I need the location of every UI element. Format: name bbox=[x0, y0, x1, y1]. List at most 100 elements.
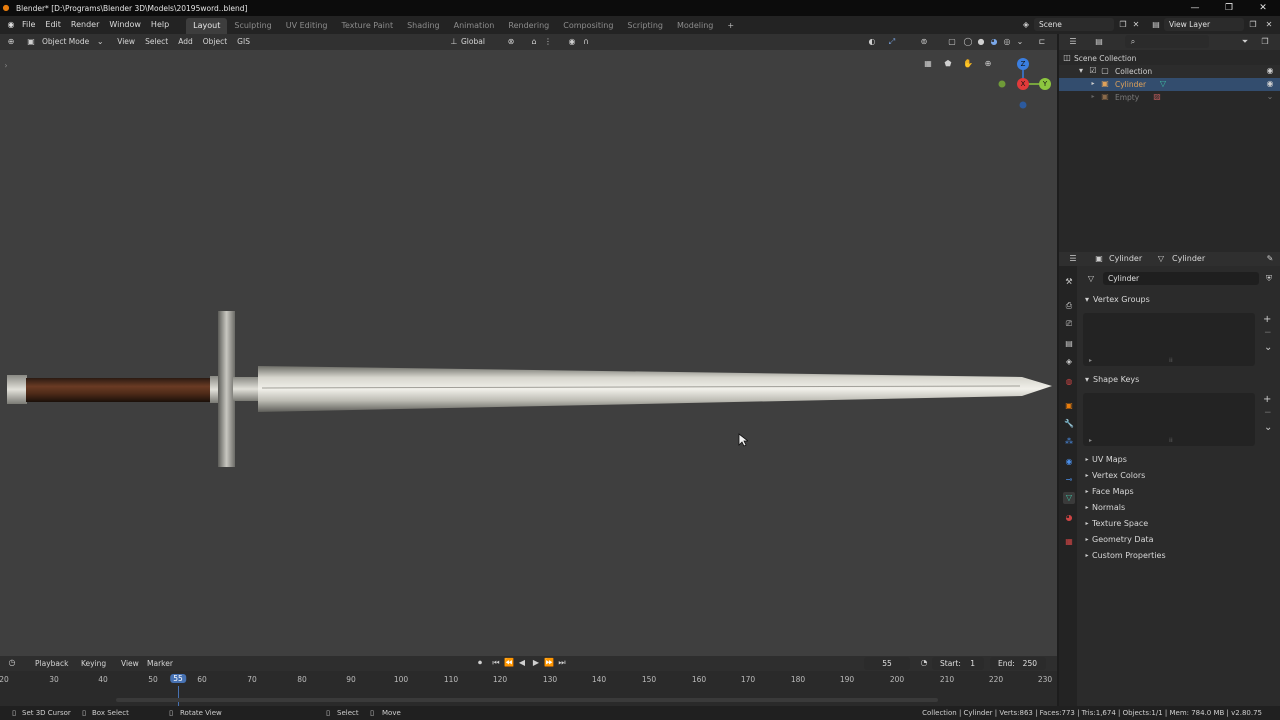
solid-shading-icon[interactable]: ● bbox=[975, 36, 987, 48]
shading-options-icon[interactable]: ⌄ bbox=[1014, 36, 1026, 48]
properties-editor-type-icon[interactable]: ☰ bbox=[1067, 253, 1079, 265]
panel-normals[interactable]: ▸ Normals bbox=[1079, 500, 1275, 516]
panel-expanded-arrow-icon[interactable]: ▾ bbox=[1081, 294, 1093, 306]
jump-start-icon[interactable]: ⏮ bbox=[490, 657, 502, 669]
overlay-toggle-icon[interactable]: ⊚ bbox=[918, 36, 930, 48]
object-tab-icon[interactable]: ▣ bbox=[1063, 400, 1075, 412]
vertex-group-specials-button[interactable]: ⌄ bbox=[1264, 342, 1272, 353]
menu-file[interactable]: File bbox=[17, 16, 40, 34]
close-button[interactable]: ✕ bbox=[1246, 0, 1280, 16]
scene-selector[interactable]: Scene bbox=[1034, 18, 1114, 31]
list-resize-handle[interactable]: ⁞⁞ bbox=[1169, 357, 1173, 364]
proportional-edit-icon[interactable]: ◉ bbox=[566, 36, 578, 48]
eye-icon[interactable]: ◉ bbox=[1264, 65, 1276, 77]
new-view-layer-icon[interactable]: ❐ bbox=[1247, 19, 1259, 31]
zoom-icon[interactable]: ⊕ bbox=[982, 58, 994, 70]
visibility-icon[interactable]: ◐ bbox=[866, 36, 878, 48]
new-scene-icon[interactable]: ❐ bbox=[1117, 19, 1129, 31]
snap-icon[interactable]: ⌂ bbox=[528, 36, 540, 48]
physics-tab-icon[interactable]: ◉ bbox=[1063, 456, 1075, 468]
expand-arrow-icon[interactable]: ▾ bbox=[1075, 65, 1087, 77]
scene-tab-icon[interactable]: ◈ bbox=[1063, 356, 1075, 368]
pivot-icon[interactable]: ⊗ bbox=[505, 36, 517, 48]
viewport-menu-gis[interactable]: GIS bbox=[232, 34, 255, 50]
3d-viewport[interactable] bbox=[0, 34, 1057, 656]
outliner-row-empty[interactable]: ▸ ▣ Empty ▨ ⌄ bbox=[1059, 91, 1280, 104]
menu-window[interactable]: Window bbox=[104, 16, 146, 34]
tab-layout[interactable]: Layout bbox=[186, 18, 228, 34]
tab-uv-editing[interactable]: UV Editing bbox=[279, 18, 335, 34]
transform-orientation-dropdown[interactable]: Global bbox=[456, 34, 490, 50]
delete-scene-icon[interactable]: ✕ bbox=[1130, 19, 1142, 31]
material-tab-icon[interactable]: ◕ bbox=[1063, 512, 1075, 524]
timeline-editor-type-icon[interactable]: ◷ bbox=[6, 657, 18, 669]
tab-modeling[interactable]: Modeling bbox=[670, 18, 720, 34]
eye-icon[interactable]: ◉ bbox=[1264, 78, 1276, 90]
list-resize-handle[interactable]: ⁞⁞ bbox=[1169, 437, 1173, 444]
viewport-menu-select[interactable]: Select bbox=[140, 34, 173, 50]
panel-shape-keys-title[interactable]: Shape Keys bbox=[1093, 372, 1139, 388]
gizmo-y-axis[interactable]: Y bbox=[1039, 78, 1051, 90]
minimize-button[interactable]: — bbox=[1178, 0, 1212, 16]
render-tab-icon[interactable]: ⎙ bbox=[1063, 300, 1075, 312]
maximize-button[interactable]: ❐ bbox=[1212, 0, 1246, 16]
panel-vertex-colors[interactable]: ▸ Vertex Colors bbox=[1079, 468, 1275, 484]
material-shading-icon[interactable]: ◕ bbox=[988, 36, 1000, 48]
falloff-icon[interactable]: ∩ bbox=[580, 36, 592, 48]
gizmo-x-axis[interactable]: X bbox=[1017, 78, 1029, 90]
checkbox-icon[interactable]: ☑ bbox=[1087, 65, 1099, 77]
panel-vertex-groups-title[interactable]: Vertex Groups bbox=[1093, 292, 1150, 308]
shape-key-specials-button[interactable]: ⌄ bbox=[1264, 422, 1272, 433]
shape-keys-list[interactable]: ⁞⁞ ▸ bbox=[1083, 393, 1255, 446]
panel-face-maps[interactable]: ▸ Face Maps bbox=[1079, 484, 1275, 500]
pan-hand-icon[interactable]: ✋ bbox=[962, 58, 974, 70]
playhead-line[interactable] bbox=[178, 686, 179, 706]
panel-texture-space[interactable]: ▸ Texture Space bbox=[1079, 516, 1275, 532]
viewport-menu-view[interactable]: View bbox=[112, 34, 140, 50]
menu-render[interactable]: Render bbox=[66, 16, 104, 34]
viewport-menu-object[interactable]: Object bbox=[198, 34, 232, 50]
menu-help[interactable]: Help bbox=[146, 16, 174, 34]
play-icon[interactable]: ▶ bbox=[530, 657, 542, 669]
output-tab-icon[interactable]: ⎚ bbox=[1063, 318, 1075, 330]
sidebar-toggle-icon[interactable]: ⊏ bbox=[1036, 36, 1048, 48]
xray-toggle-icon[interactable]: ▢ bbox=[946, 36, 958, 48]
timeline-menu-marker[interactable]: Marker bbox=[142, 656, 178, 671]
add-workspace-button[interactable]: + bbox=[720, 18, 741, 34]
view-layer-tab-icon[interactable]: ▤ bbox=[1063, 338, 1075, 350]
expand-arrow-icon[interactable]: ▸ bbox=[1087, 78, 1099, 90]
timeline-menu-keying[interactable]: Keying bbox=[76, 656, 111, 671]
constraints-tab-icon[interactable]: ⊸ bbox=[1063, 474, 1075, 486]
pin-icon[interactable]: ✎ bbox=[1264, 253, 1276, 265]
tab-scripting[interactable]: Scripting bbox=[620, 18, 670, 34]
panel-uv-maps[interactable]: ▸ UV Maps bbox=[1079, 452, 1275, 468]
display-mode-icon[interactable]: ▤ bbox=[1093, 36, 1105, 48]
timeline-ruler[interactable]: 20 30 40 50 55 60 70 80 90 100 110 120 1… bbox=[0, 673, 1057, 706]
end-frame-field[interactable]: End: 250 bbox=[990, 657, 1046, 670]
outliner-editor-type-icon[interactable]: ☰ bbox=[1067, 36, 1079, 48]
current-frame-field[interactable]: 55 bbox=[864, 657, 910, 670]
gizmo-toggle-icon[interactable]: ⤢ bbox=[886, 36, 898, 48]
gizmo-z-axis[interactable]: Z bbox=[1017, 58, 1029, 70]
object-mode-dropdown[interactable]: Object Mode bbox=[37, 34, 94, 50]
particles-tab-icon[interactable]: ⁂ bbox=[1063, 436, 1075, 448]
play-reverse-icon[interactable]: ◀ bbox=[516, 657, 528, 669]
navigation-gizmo[interactable]: Z X Y bbox=[995, 55, 1055, 110]
prev-keyframe-icon[interactable]: ⏪ bbox=[503, 657, 515, 669]
outliner-row-cylinder[interactable]: ▸ ▣ Cylinder ▽ ◉ bbox=[1059, 78, 1280, 91]
modifier-tab-icon[interactable]: 🔧 bbox=[1063, 418, 1075, 430]
remove-shape-key-button[interactable]: − bbox=[1264, 408, 1272, 418]
timeline-menu-view[interactable]: View bbox=[116, 656, 144, 671]
tab-sculpting[interactable]: Sculpting bbox=[227, 18, 278, 34]
stopwatch-icon[interactable]: ◔ bbox=[918, 657, 930, 669]
tab-shading[interactable]: Shading bbox=[400, 18, 447, 34]
toolbar-expand-icon[interactable]: › bbox=[0, 60, 12, 72]
snap-target-icon[interactable]: ⋮ bbox=[542, 36, 554, 48]
panel-custom-properties[interactable]: ▸ Custom Properties bbox=[1079, 548, 1275, 564]
fake-user-shield-icon[interactable]: ⛨ bbox=[1263, 273, 1275, 285]
menu-edit[interactable]: Edit bbox=[40, 16, 66, 34]
view-layer-selector[interactable]: View Layer bbox=[1164, 18, 1244, 31]
tab-compositing[interactable]: Compositing bbox=[556, 18, 620, 34]
hidden-eye-icon[interactable]: ⌄ bbox=[1264, 91, 1276, 103]
timeline-scrollbar[interactable] bbox=[116, 698, 938, 702]
